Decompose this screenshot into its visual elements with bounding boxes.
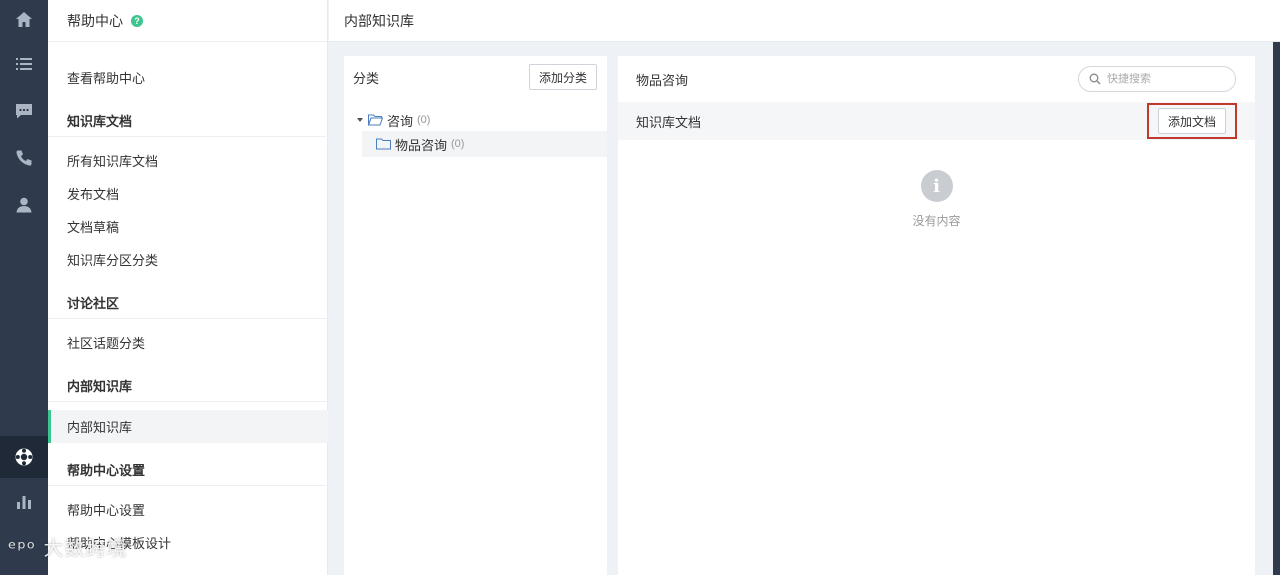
folder-open-icon: [368, 114, 387, 126]
bar-chart-icon: [17, 496, 31, 509]
sidebar-section-kb-docs: 知识库文档: [48, 105, 328, 137]
sidebar-section-community: 讨论社区: [48, 287, 328, 319]
documents-panel: 物品咨询 知识库文档 添加文档 i 没有内容: [618, 56, 1255, 575]
page-header: 内部知识库: [329, 0, 1280, 42]
rail-stats[interactable]: [0, 482, 48, 522]
sidebar-item-kb-categories[interactable]: 知识库分区分类: [48, 243, 328, 276]
tree-node-label: 咨询: [387, 113, 414, 129]
sidebar-item-all-kb-docs[interactable]: 所有知识库文档: [48, 144, 328, 177]
tree-node-count: (0): [451, 138, 465, 150]
sidebar-item-helpcenter-settings[interactable]: 帮助中心设置: [48, 493, 328, 526]
documents-list-header: 知识库文档 添加文档: [618, 102, 1255, 140]
chat-icon: [16, 104, 32, 119]
search-box[interactable]: [1078, 66, 1236, 92]
list-icon: [16, 58, 32, 70]
sidebar-section-internal-kb: 内部知识库: [48, 370, 328, 402]
sidebar-item-view-helpcenter[interactable]: 查看帮助中心: [48, 61, 328, 94]
empty-text: 没有内容: [912, 214, 961, 228]
right-edge-strip: [1273, 42, 1280, 575]
sidebar-item-doc-drafts[interactable]: 文档草稿: [48, 210, 328, 243]
help-icon[interactable]: ?: [131, 14, 143, 27]
user-icon: [16, 197, 32, 213]
empty-state: i 没有内容: [618, 170, 1255, 229]
home-icon: [16, 12, 32, 27]
sidebar-item-published-docs[interactable]: 发布文档: [48, 177, 328, 210]
sidebar-section-settings: 帮助中心设置: [48, 454, 328, 486]
search-icon: [1089, 73, 1101, 85]
sidebar-title: 帮助中心: [67, 12, 123, 29]
phone-icon: [16, 150, 32, 166]
tree-node-count: (0): [417, 114, 431, 126]
category-header: 分类 添加分类: [344, 56, 607, 98]
lifebuoy-icon: [15, 448, 33, 466]
search-input[interactable]: [1107, 73, 1227, 85]
expand-caret-icon[interactable]: [357, 118, 363, 122]
add-document-button[interactable]: 添加文档: [1157, 108, 1226, 134]
tree-node-item-consult[interactable]: 物品咨询 (0): [362, 131, 607, 157]
watermark: ᵉᵖᵒ 大数跨境: [8, 536, 128, 560]
rail-home[interactable]: [0, 0, 48, 40]
rail-chat[interactable]: [0, 91, 48, 131]
tree-node-label: 物品咨询: [395, 137, 448, 153]
highlight-frame: 添加文档: [1146, 103, 1237, 139]
rail-phone[interactable]: [0, 138, 48, 178]
icon-rail: [0, 0, 48, 575]
info-icon: i: [920, 170, 953, 202]
add-category-button[interactable]: 添加分类: [528, 64, 597, 90]
documents-title: 物品咨询: [636, 72, 689, 88]
documents-list-title: 知识库文档: [636, 114, 702, 130]
page-title: 内部知识库: [344, 12, 414, 29]
category-title: 分类: [353, 70, 380, 86]
tree-node-consult[interactable]: 咨询 (0): [357, 107, 430, 133]
documents-header: 物品咨询: [618, 56, 1255, 102]
category-panel: 分类 添加分类 咨询 (0) 物品咨询 (0): [344, 56, 607, 575]
sidebar-item-community-topics[interactable]: 社区话题分类: [48, 326, 328, 359]
rail-user[interactable]: [0, 185, 48, 225]
sidebar-header: 帮助中心 ?: [48, 0, 327, 42]
folder-icon: [376, 138, 395, 150]
rail-helpcenter[interactable]: [0, 436, 48, 478]
helpcenter-sidebar: 帮助中心 ? 查看帮助中心 知识库文档 所有知识库文档 发布文档 文档草稿 知识…: [48, 0, 328, 575]
sidebar-item-internal-kb[interactable]: 内部知识库: [48, 410, 328, 443]
rail-list[interactable]: [0, 44, 48, 84]
